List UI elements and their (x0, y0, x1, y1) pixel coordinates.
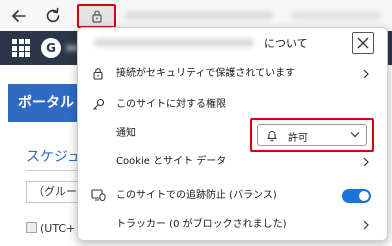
timezone-text: (UTC+ (40, 222, 76, 235)
timezone-row: (UTC+ (26, 222, 75, 235)
schedule-heading: スケジュ (26, 149, 82, 165)
chevron-right-icon (363, 69, 369, 79)
apps-grid-icon[interactable] (12, 39, 30, 57)
address-bar-url-tail (290, 11, 382, 20)
lock-icon (93, 68, 103, 80)
cookie-label: Cookie とサイト データ (116, 156, 227, 167)
bell-icon (267, 131, 277, 142)
site-info-button[interactable] (77, 4, 116, 28)
chevron-right-icon (363, 157, 369, 167)
close-icon (357, 37, 369, 49)
trackers-label: トラッカー (0 がブロックされました) (116, 219, 287, 230)
reload-button[interactable] (42, 5, 64, 27)
tracking-prevention-row: このサイトでの追跡防止 (バランス) (78, 182, 387, 210)
connection-row[interactable]: 接続がセキュリティで保護されています (78, 60, 387, 88)
tracking-prevention-toggle[interactable] (342, 189, 371, 203)
toggle-knob (359, 191, 369, 201)
site-info-popup: について 接続がセキュリティで保護されています このサイトに対する権限 通知 許… (77, 27, 388, 241)
permissions-heading-row: このサイトに対する権限 (78, 92, 387, 120)
chevron-down-icon (350, 132, 360, 138)
back-button[interactable] (8, 5, 30, 27)
notification-permission-highlight: 許可 (250, 118, 374, 152)
chevron-right-icon (363, 220, 369, 230)
calendar-icon (26, 222, 37, 233)
avatar[interactable]: G (41, 38, 61, 58)
cookie-row[interactable]: Cookie とサイト データ (78, 148, 387, 176)
connection-label: 接続がセキュリティで保護されています (116, 68, 296, 79)
trackers-row[interactable]: トラッカー (0 がブロックされました) (78, 210, 387, 238)
tracking-label: このサイトでの追跡防止 (バランス) (116, 190, 277, 201)
key-icon (93, 98, 105, 110)
notification-permission-select[interactable]: 許可 (257, 124, 367, 146)
popup-site-name (94, 38, 254, 47)
portal-banner: ポータル (8, 84, 78, 122)
tracking-prevention-icon (91, 189, 106, 201)
notification-value: 許可 (288, 133, 308, 144)
reload-icon (46, 7, 60, 23)
address-bar-url[interactable] (124, 11, 274, 20)
permissions-heading: このサイトに対する権限 (116, 99, 226, 110)
lock-icon (92, 10, 102, 23)
popup-title: について (264, 37, 308, 50)
arrow-left-icon (12, 10, 26, 22)
close-button[interactable] (352, 32, 374, 54)
notification-label: 通知 (116, 128, 136, 139)
